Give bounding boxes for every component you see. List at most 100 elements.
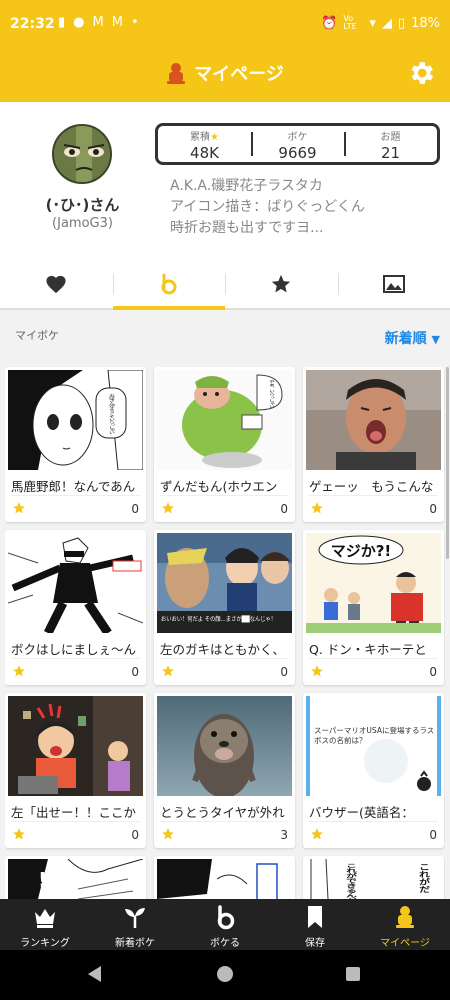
star-icon[interactable] xyxy=(12,827,26,841)
system-icons: ⏰ Vo LTE ▾ ◢ ▯ 18% xyxy=(321,15,440,31)
mypage-person-icon xyxy=(167,63,186,84)
triangle-down-icon: ▼ xyxy=(431,333,440,346)
nav-new-boke-label: 新着ボケ xyxy=(115,938,155,949)
tab-favorites[interactable] xyxy=(0,260,113,308)
boke-card[interactable]: !! xyxy=(5,856,146,899)
nav-mypage-label: マイページ xyxy=(380,938,430,949)
back-icon[interactable] xyxy=(88,966,101,982)
image-icon xyxy=(382,275,405,293)
stat-odai: お題 21 xyxy=(344,126,437,162)
boke-card[interactable]: スーパーマリオUSAに登場するラスボスの名前は？ バウザー(英語名： 0 xyxy=(303,693,444,848)
star-icon[interactable] xyxy=(161,827,175,841)
notification-icons: ▮ ● M M • xyxy=(58,15,139,30)
stat-odai-value: 21 xyxy=(380,144,401,162)
system-navigation xyxy=(0,950,450,1000)
nav-new-boke[interactable]: 新着ボケ xyxy=(90,899,180,950)
nav-ranking[interactable]: ランキング xyxy=(0,899,90,950)
card-caption: 左「出せー！！ここか xyxy=(11,805,137,820)
crown-icon xyxy=(35,909,55,928)
bottom-navigation: ランキング 新着ボケ ボケる 保存 マイページ xyxy=(0,899,450,950)
username: (･ひ･)さん xyxy=(45,196,120,214)
tab-images[interactable] xyxy=(337,260,450,308)
stat-total-value: 48K xyxy=(190,144,219,162)
card-image xyxy=(8,533,143,633)
stat-odai-label: お題 xyxy=(380,132,401,143)
star-icon[interactable] xyxy=(310,827,324,841)
card-caption: 左のガキはともかく、 xyxy=(160,642,286,657)
boke-card[interactable]: 左「出せー！！ここか 0 xyxy=(5,693,146,848)
page-title: マイページ xyxy=(194,64,284,85)
card-caption: ボクはしにましぇ～ん xyxy=(11,642,137,657)
card-image-text: これがだ xyxy=(418,863,431,893)
recent-apps-icon[interactable] xyxy=(346,967,360,981)
boke-grid: おばさんがようこそいらっしゃい 馬鹿野郎！なんであん 0 やあ、いらっしゃい ず… xyxy=(5,367,445,899)
card-caption: ゲェーッ もうこんな xyxy=(309,479,434,494)
stat-total: 累積★ 48K xyxy=(158,126,251,162)
nav-saved[interactable]: 保存 xyxy=(270,899,360,950)
card-image xyxy=(157,859,292,899)
stat-boke-value: 9669 xyxy=(278,144,317,162)
card-image-text: やあ、いらっしゃい xyxy=(268,380,275,408)
star-icon[interactable] xyxy=(161,664,175,678)
star-icon[interactable] xyxy=(310,664,324,678)
settings-gear-icon[interactable] xyxy=(406,58,436,88)
card-star-count: 3 xyxy=(280,828,288,842)
stat-boke: ボケ 9669 xyxy=(251,126,344,162)
dot-icon: • xyxy=(130,15,139,30)
star-icon[interactable] xyxy=(310,501,324,515)
user-id: (JamoG3) xyxy=(52,216,113,231)
mail-icon: M xyxy=(92,15,104,30)
star-icon xyxy=(272,274,291,293)
boke-card[interactable]: とうとうタイヤが外れ 3 xyxy=(154,693,295,848)
boke-card[interactable]: これができるんだ これがだ xyxy=(303,856,444,899)
boke-card[interactable] xyxy=(154,856,295,899)
card-star-count: 0 xyxy=(131,828,139,842)
profile-section: (･ひ･)さん (JamoG3) 累積★ 48K ボケ 9669 お題 21 A… xyxy=(0,102,450,260)
nav-mypage[interactable]: マイページ xyxy=(360,899,450,950)
svg-text:!!: !! xyxy=(38,868,56,892)
card-star-count: 0 xyxy=(131,665,139,679)
status-time: 22:32 xyxy=(10,16,55,32)
sort-dropdown[interactable]: 新着順 ▼ xyxy=(385,328,440,348)
boke-card[interactable]: やあ、いらっしゃい ずんだもん(ホウエン 0 xyxy=(154,367,295,522)
tab-stars[interactable] xyxy=(225,260,338,308)
profile-bio: A.K.A.磯野花子ラスタカ アイコン描き：ばりぐっどくん 時折お題も出すですヨ… xyxy=(170,176,440,239)
sort-label: 新着順 xyxy=(384,331,427,347)
card-image: マジか?! xyxy=(306,533,441,633)
home-icon[interactable] xyxy=(217,966,233,982)
bio-line: A.K.A.磯野花子ラスタカ xyxy=(170,178,323,194)
scrollbar[interactable] xyxy=(446,367,449,559)
boke-card[interactable]: ボクはしにましぇ～ん 0 xyxy=(5,530,146,685)
nav-boke-label: ボケる xyxy=(210,938,240,949)
boke-card[interactable]: おいおい！何だよ その顔…まさか██なんじゃ！ 左のガキはともかく、 0 xyxy=(154,530,295,685)
card-star-count: 0 xyxy=(131,502,139,516)
card-caption: Q. ドン・キホーテと xyxy=(309,642,427,657)
tab-my-boke[interactable] xyxy=(112,260,226,310)
nav-boke[interactable]: ボケる xyxy=(180,899,270,950)
card-caption: ずんだもん(ホウエン xyxy=(160,479,278,494)
card-image: スーパーマリオUSAに登場するラスボスの名前は？ xyxy=(306,696,441,796)
mail-icon: M xyxy=(111,15,123,30)
card-caption: バウザー(英語名： xyxy=(309,805,414,820)
card-star-count: 0 xyxy=(429,502,437,516)
avatar[interactable] xyxy=(52,124,112,184)
card-star-count: 0 xyxy=(280,665,288,679)
bio-line: アイコン描き：ばりぐっどくん xyxy=(170,199,365,215)
boke-card[interactable]: ゲェーッ もうこんな 0 xyxy=(303,367,444,522)
star-icon[interactable] xyxy=(161,501,175,515)
star-icon[interactable] xyxy=(12,501,26,515)
card-image-text: これができるんだ xyxy=(345,863,358,899)
nav-saved-label: 保存 xyxy=(305,938,325,949)
nav-ranking-label: ランキング xyxy=(20,938,70,949)
star-icon: ★ xyxy=(210,132,219,143)
card-image xyxy=(306,370,441,470)
card-image-text: おばさんがようこそいらっしゃい xyxy=(108,394,115,434)
app-header: マイページ xyxy=(0,50,450,102)
card-image xyxy=(157,696,292,796)
sim-icon: ▮ xyxy=(58,15,66,30)
sprout-icon xyxy=(125,908,145,928)
boke-card[interactable]: マジか?! Q. ドン・キホーテと 0 xyxy=(303,530,444,685)
boke-card[interactable]: おばさんがようこそいらっしゃい 馬鹿野郎！なんであん 0 xyxy=(5,367,146,522)
star-icon[interactable] xyxy=(12,664,26,678)
card-image: おばさんがようこそいらっしゃい xyxy=(8,370,143,470)
